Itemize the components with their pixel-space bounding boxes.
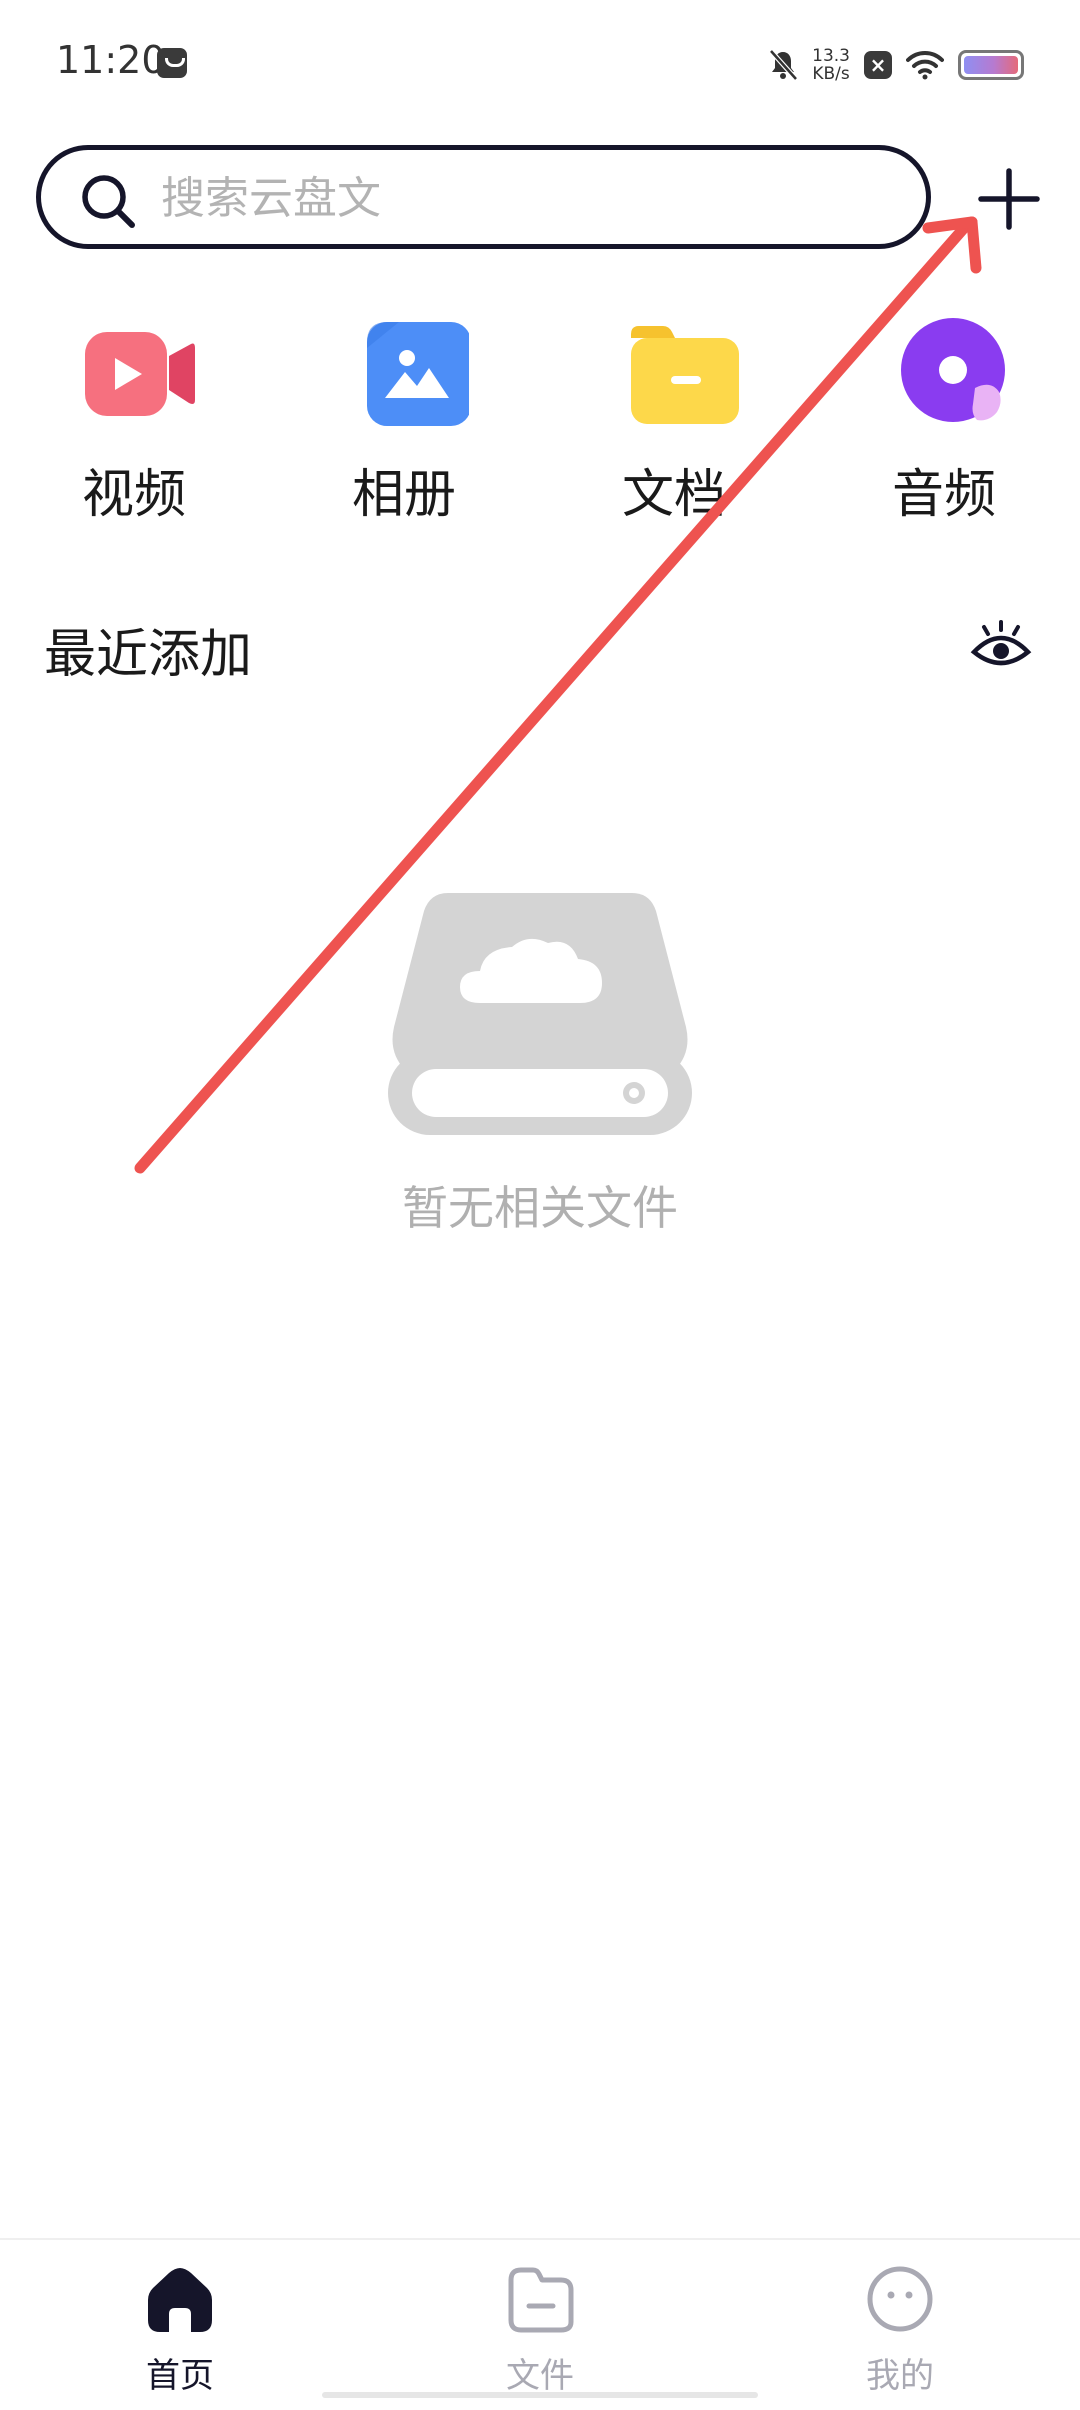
home-indicator [322, 2392, 758, 2398]
wifi-icon [906, 50, 944, 80]
photo-album-icon [367, 322, 471, 426]
category-audio[interactable]: 音频 [864, 318, 1024, 527]
category-album-label: 相册 [351, 465, 456, 525]
document-folder-icon [631, 326, 739, 424]
category-album[interactable]: 相册 [324, 318, 484, 527]
battery-icon [958, 50, 1024, 80]
home-icon [148, 2268, 212, 2332]
network-speed: 13.3 KB/s [812, 47, 850, 83]
nav-profile-label: 我的 [866, 2356, 934, 2396]
empty-state-message: 暂无相关文件 [402, 1181, 678, 1235]
recent-added-title: 最近添加 [44, 625, 253, 685]
nav-files[interactable]: 文件 [440, 2264, 640, 2397]
video-camera-icon [85, 332, 195, 416]
search-icon [82, 175, 135, 228]
nav-files-label: 文件 [506, 2356, 574, 2396]
no-sim-icon: × [864, 51, 892, 79]
search-bar[interactable] [36, 145, 931, 249]
search-input[interactable] [161, 170, 861, 226]
add-button[interactable] [976, 166, 1042, 232]
status-icons: 13.3 KB/s × [768, 40, 1024, 90]
bell-muted-icon [769, 49, 799, 81]
category-audio-label: 音频 [891, 465, 996, 525]
status-bar: 11:20 13.3 KB/s × [0, 0, 1080, 120]
category-document[interactable]: 文档 [594, 318, 754, 527]
notification-app-icon [157, 48, 187, 78]
bottom-nav: 首页 文件 我的 [0, 2238, 1080, 2410]
network-speed-unit: KB/s [812, 64, 850, 84]
category-video[interactable]: 视频 [54, 318, 214, 527]
category-document-label: 文档 [621, 465, 726, 525]
nav-home-label: 首页 [146, 2356, 214, 2396]
nav-home[interactable]: 首页 [80, 2264, 280, 2397]
network-speed-value: 13.3 [812, 46, 850, 66]
category-video-label: 视频 [81, 465, 186, 525]
empty-storage-icon [388, 893, 692, 1135]
eye-icon[interactable] [970, 618, 1032, 674]
files-folder-icon [508, 2267, 574, 2333]
nav-profile[interactable]: 我的 [800, 2264, 1000, 2397]
profile-face-icon [867, 2266, 933, 2332]
audio-disc-icon [901, 318, 1005, 422]
status-time: 11:20 [56, 38, 166, 82]
